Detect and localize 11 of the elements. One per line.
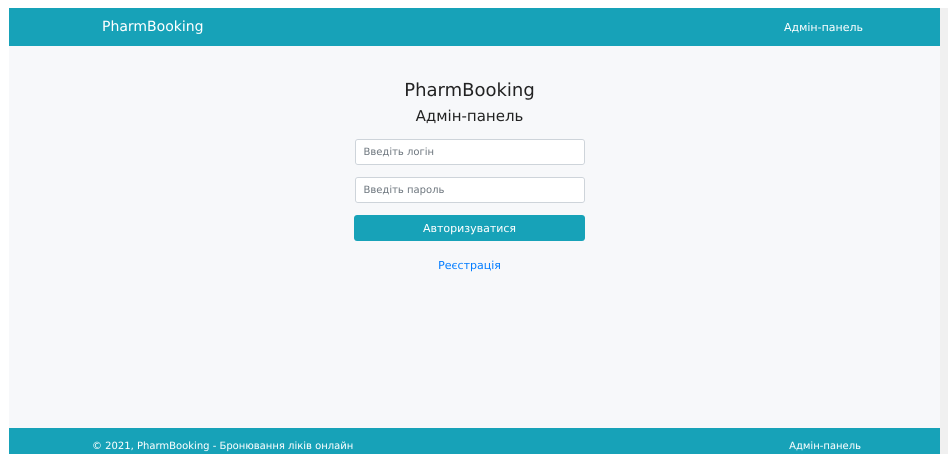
scrollbar[interactable] [940, 8, 948, 454]
input-field[interactable]: Введіть логін [354, 139, 584, 165]
copyright-text: © 2021, PharmBooking - Бронювання ліків онлайн [92, 440, 354, 454]
input-field[interactable]: Введіть пароль [354, 177, 584, 203]
page-subtitle: Адмін-панель [416, 107, 524, 125]
register-link[interactable]: Реєстрація [438, 259, 501, 272]
login-button[interactable]: Авторизуватися [354, 215, 585, 241]
brand-link[interactable]: PharmBooking [102, 19, 204, 35]
page-title: PharmBooking [404, 80, 535, 101]
admin-panel-link[interactable]: Адмін-панель [784, 20, 863, 34]
admin-panel-link[interactable]: Адмін-панель [789, 440, 861, 454]
